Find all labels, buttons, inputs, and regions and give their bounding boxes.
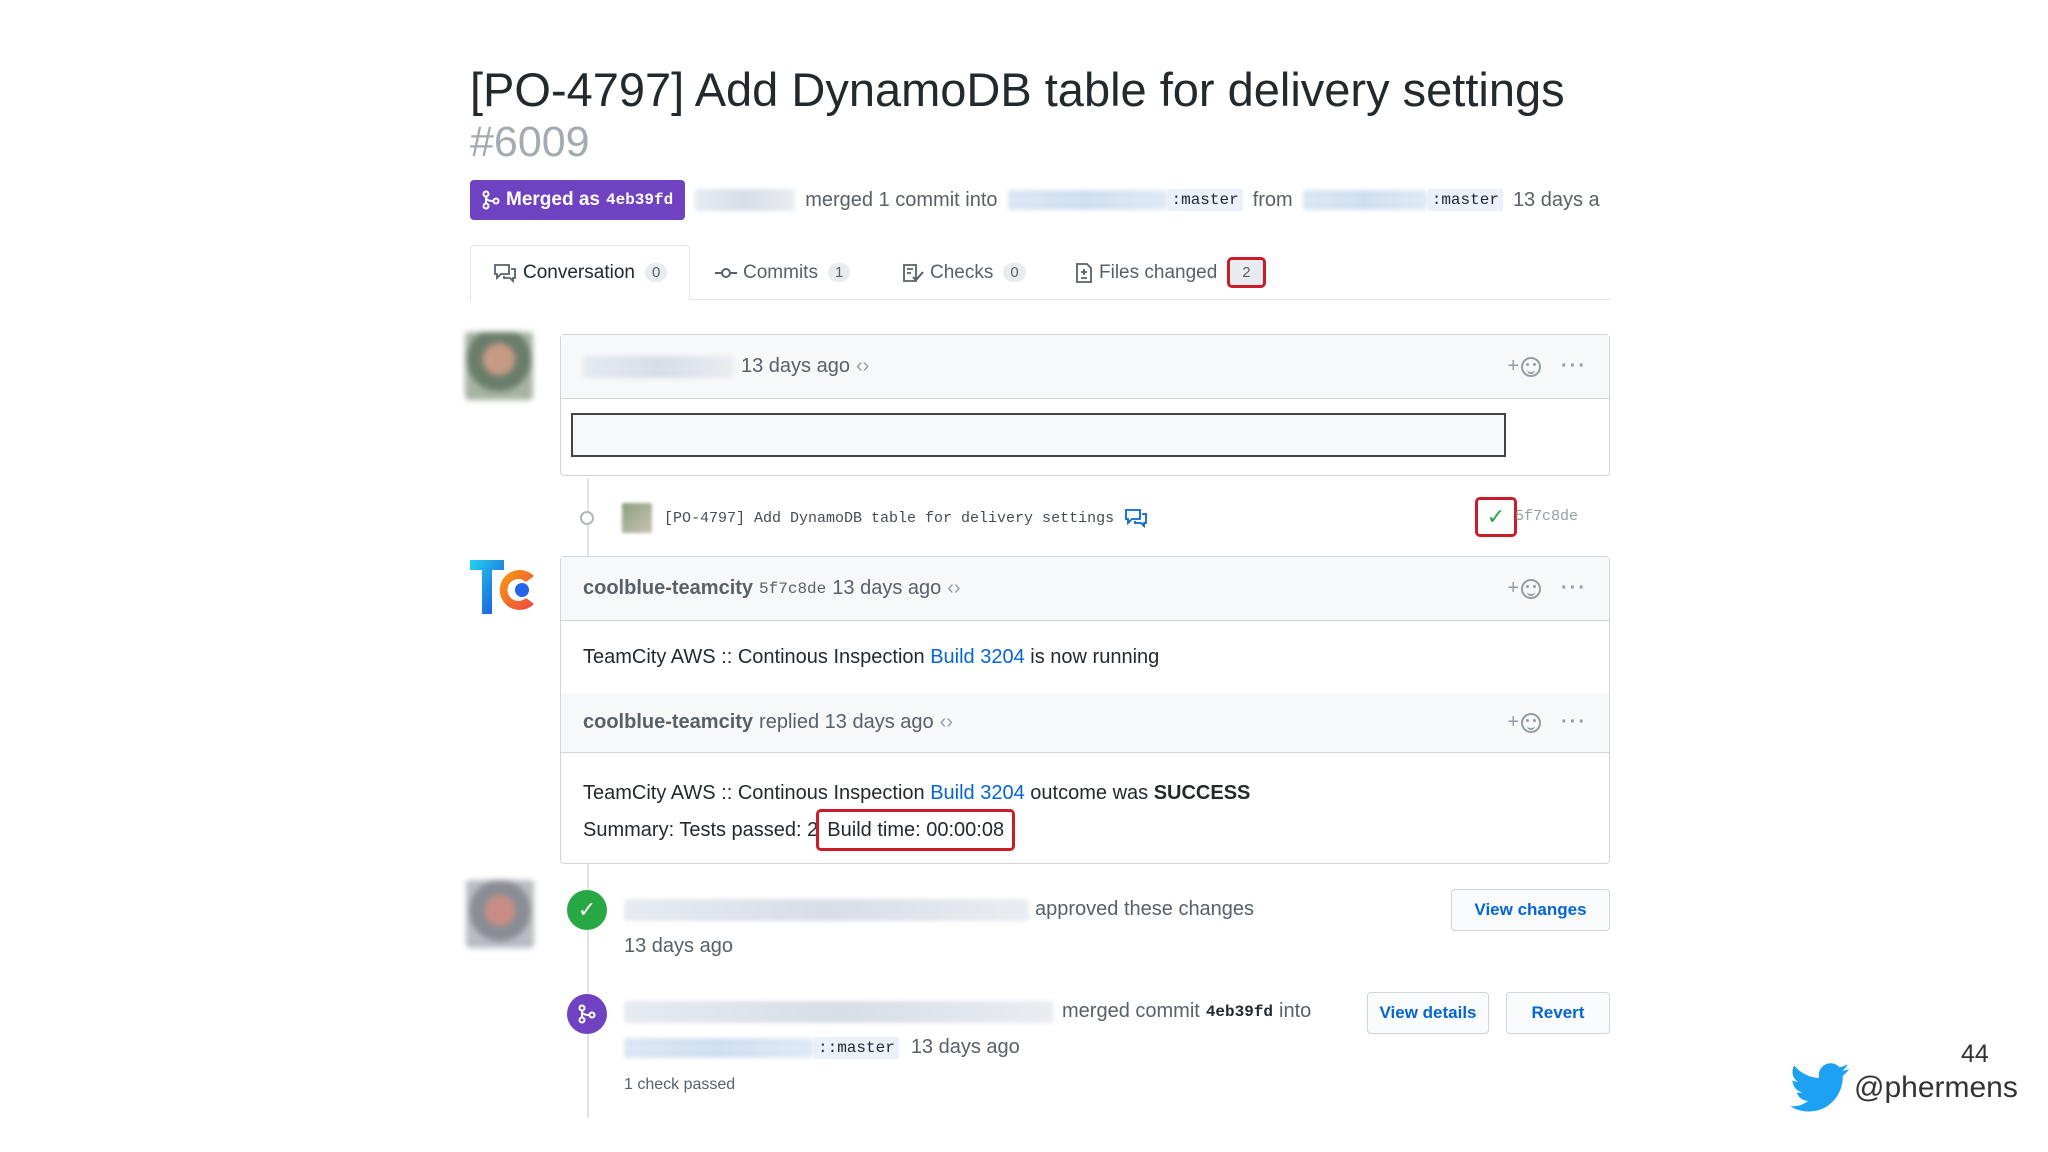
code-icon: ‹› (855, 355, 870, 377)
merged-time: 13 days a (1512, 188, 1600, 211)
pr-title: [PO-4797] Add DynamoDB table for deliver… (470, 63, 1565, 116)
view-details-button[interactable]: View details (1367, 992, 1489, 1034)
merge-into: into (1279, 1000, 1312, 1022)
smiley-icon (1521, 712, 1542, 733)
commit-message[interactable]: [PO-4797] Add DynamoDB table for deliver… (664, 510, 1114, 527)
comment-icon[interactable] (1124, 508, 1148, 528)
pr-number: #6009 (470, 118, 590, 166)
teamcity-reply-header: coolblue-teamcity replied 13 days ago ‹›… (561, 693, 1609, 753)
commit-row: [PO-4797] Add DynamoDB table for deliver… (575, 497, 1610, 539)
reply-author[interactable]: coolblue-teamcity (583, 711, 753, 734)
checklist-icon (903, 263, 924, 282)
tab-files-changed[interactable]: Files changed 2 (1075, 245, 1266, 300)
twitter-bird-icon (1790, 1063, 1849, 1112)
add-reaction-button[interactable]: + (1507, 577, 1542, 600)
merge-branch-row: ::master 13 days ago (624, 1036, 1020, 1059)
add-reaction-button[interactable]: + (1507, 355, 1542, 378)
code-icon: ‹› (939, 711, 953, 733)
merge-sha[interactable]: 4eb39fd (1206, 1003, 1273, 1021)
tab-conversation[interactable]: Conversation 0 (470, 245, 691, 300)
commit-dot-icon (580, 511, 594, 525)
redacted-merger (624, 1000, 1054, 1023)
git-merge-event-icon (567, 994, 607, 1034)
build-link[interactable]: Build 3204 (930, 782, 1025, 804)
build-link[interactable]: Build 3204 (930, 646, 1025, 669)
commit-sha[interactable]: 5f7c8de (1515, 508, 1578, 525)
smiley-icon (1521, 356, 1542, 377)
teamcity-comment-header: coolblue-teamcity 5f7c8de 13 days ago ‹›… (561, 557, 1609, 621)
git-merge-icon (482, 190, 500, 210)
git-commit-icon (715, 267, 737, 278)
redacted-description-box (571, 413, 1506, 457)
view-changes-button[interactable]: View changes (1451, 889, 1610, 931)
add-reaction-button[interactable]: + (1507, 711, 1542, 734)
commit-status-check-icon[interactable]: ✓ (1475, 497, 1517, 537)
redacted-author (695, 189, 796, 211)
reviewer-avatar[interactable] (466, 880, 534, 948)
approval-text: approved these changes (1035, 898, 1255, 920)
twitter-handle-block: @phermens (1790, 1062, 2018, 1114)
code-icon: ‹› (947, 577, 961, 599)
more-options-icon[interactable]: ··· (1561, 577, 1587, 600)
approved-check-icon: ✓ (567, 890, 607, 930)
teamcity-reply-body: TeamCity AWS :: Continous Inspection Bui… (561, 753, 1609, 851)
comment-author[interactable]: coolblue-teamcity (583, 577, 753, 600)
tab-checks[interactable]: Checks 0 (902, 245, 1026, 300)
build-status: SUCCESS (1153, 782, 1251, 804)
source-branch[interactable]: :master (1302, 189, 1503, 211)
tab-commits-count: 1 (827, 263, 851, 282)
merge-target-branch[interactable]: ::master (624, 1036, 899, 1059)
redacted-author (583, 355, 733, 378)
pr-meta-row: Merged as 4eb39fd merged 1 commit into :… (470, 180, 1610, 220)
pr-description-comment: 13 days ago ‹› + ··· (560, 334, 1610, 476)
tab-files-changed-count: 2 (1227, 257, 1266, 288)
twitter-handle: @phermens (1854, 1071, 2018, 1104)
summary-text: Summary: Tests passed: 2 (583, 819, 819, 841)
checks-passed[interactable]: 1 check passed (624, 1076, 735, 1094)
comment-discussion-icon (494, 263, 516, 283)
comment-time[interactable]: 13 days ago (832, 577, 941, 600)
from-text: from (1252, 188, 1293, 211)
tab-commits[interactable]: Commits 1 (715, 245, 851, 300)
merged-text: merged 1 commit into (805, 188, 998, 211)
build-time: Build time: 00:00:08 (816, 809, 1016, 851)
revert-button[interactable]: Revert (1506, 992, 1610, 1034)
file-diff-icon (1076, 262, 1092, 283)
target-branch[interactable]: :master (1007, 189, 1243, 211)
teamcity-comment-thread: coolblue-teamcity 5f7c8de 13 days ago ‹›… (560, 556, 1610, 864)
teamcity-comment-body: TeamCity AWS :: Continous Inspection Bui… (583, 645, 1160, 669)
merged-badge-label: Merged as (506, 189, 600, 210)
merged-badge-sha: 4eb39fd (605, 191, 674, 209)
teamcity-logo-icon[interactable] (468, 556, 540, 618)
approval-time[interactable]: 13 days ago (624, 935, 733, 958)
comment-sha[interactable]: 5f7c8de (759, 580, 826, 598)
approval-event: approved these changes (624, 898, 1254, 921)
redacted-reviewer (624, 898, 1029, 921)
reply-time[interactable]: replied 13 days ago (759, 711, 934, 734)
pr-tabs: Conversation 0 Commits 1 Checks 0 Files … (470, 245, 1610, 300)
merge-text: merged commit (1062, 1000, 1200, 1022)
comment-time[interactable]: 13 days ago (741, 355, 850, 378)
comment-header: 13 days ago ‹› + ··· (561, 335, 1609, 399)
smiley-icon (1521, 578, 1542, 599)
merge-time[interactable]: 13 days ago (911, 1036, 1020, 1059)
more-options-icon[interactable]: ··· (1561, 355, 1587, 378)
tab-conversation-count: 0 (644, 263, 668, 282)
merge-event: merged commit 4eb39fd into (624, 1000, 1311, 1023)
commit-avatar[interactable] (622, 503, 652, 533)
merged-badge: Merged as 4eb39fd (470, 180, 686, 220)
avatar[interactable] (465, 332, 533, 400)
more-options-icon[interactable]: ··· (1561, 711, 1587, 734)
tab-checks-count: 0 (1003, 263, 1026, 282)
